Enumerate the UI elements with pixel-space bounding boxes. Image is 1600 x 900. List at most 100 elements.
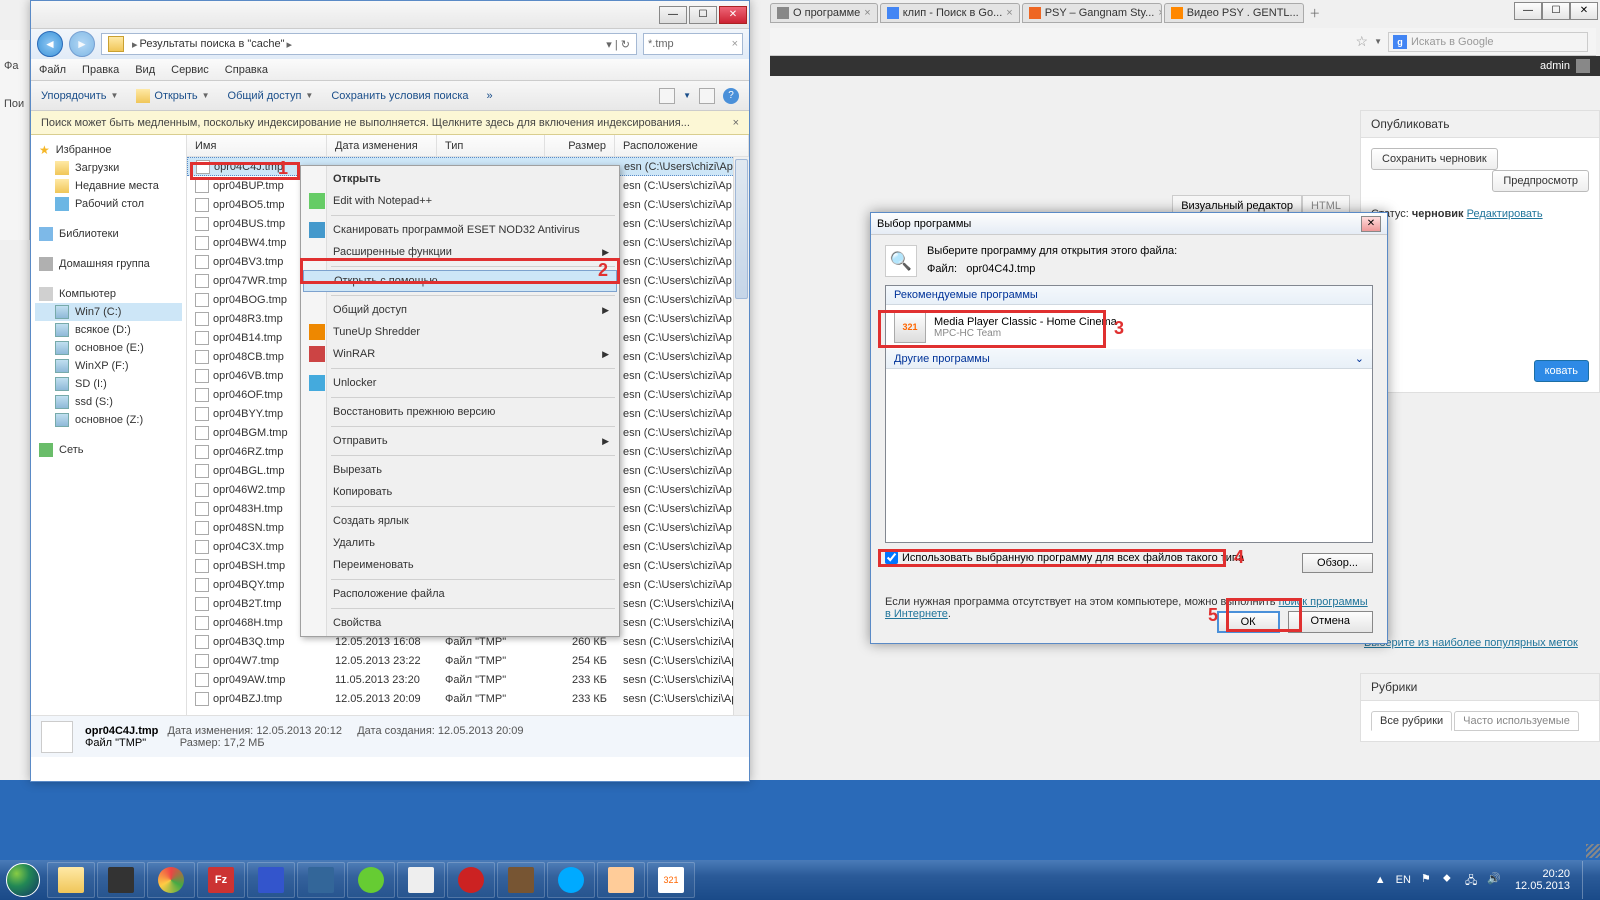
- context-menu-item[interactable]: Копировать: [303, 481, 617, 503]
- nav-computer[interactable]: Компьютер: [35, 285, 182, 303]
- context-menu-item[interactable]: Удалить: [303, 532, 617, 554]
- maximize-button[interactable]: ☐: [689, 6, 717, 24]
- clock[interactable]: 20:2012.05.2013: [1509, 868, 1576, 892]
- file-row[interactable]: opr04W7.tmp12.05.2013 23:22Файл "TMP"254…: [187, 651, 749, 670]
- taskbar-filezilla[interactable]: Fz: [197, 862, 245, 898]
- context-menu-item[interactable]: Восстановить прежнюю версию: [303, 401, 617, 423]
- nav-drive[interactable]: ssd (S:): [35, 393, 182, 411]
- choose-tags-link[interactable]: Выберите из наиболее популярных меток: [1360, 633, 1600, 653]
- browser-tab[interactable]: PSY – Gangnam Sty...×: [1022, 3, 1162, 23]
- nav-libraries[interactable]: Библиотеки: [35, 225, 182, 243]
- file-row[interactable]: opr049AW.tmp11.05.2013 23:20Файл "TMP"23…: [187, 670, 749, 689]
- back-button[interactable]: ◄: [37, 31, 63, 57]
- preview-pane-icon[interactable]: [699, 88, 715, 104]
- help-icon[interactable]: ?: [723, 88, 739, 104]
- nav-homegroup[interactable]: Домашняя группа: [35, 255, 182, 273]
- nav-drive[interactable]: WinXP (F:): [35, 357, 182, 375]
- ok-button[interactable]: ОК: [1217, 611, 1280, 633]
- avatar[interactable]: [1576, 59, 1590, 73]
- taskbar-app[interactable]: [347, 862, 395, 898]
- menu-help[interactable]: Справка: [225, 64, 268, 76]
- taskbar-calc[interactable]: [397, 862, 445, 898]
- organize-button[interactable]: Упорядочить ▼: [41, 90, 118, 102]
- context-menu-item[interactable]: Открыть с помощью...: [303, 270, 617, 292]
- taskbar-skype[interactable]: [547, 862, 595, 898]
- start-button[interactable]: [0, 860, 46, 900]
- save-search-button[interactable]: Сохранить условия поиска: [331, 90, 468, 102]
- col-location[interactable]: Расположение: [615, 135, 749, 156]
- edit-status-link[interactable]: Редактировать: [1467, 208, 1543, 220]
- browser-tab[interactable]: О программе×: [770, 3, 878, 23]
- browser-tab[interactable]: Видео PSY . GENTL...×: [1164, 3, 1304, 23]
- cancel-button[interactable]: Отмена: [1288, 611, 1373, 633]
- taskbar-app[interactable]: [497, 862, 545, 898]
- tab-all-rubrics[interactable]: Все рубрики: [1371, 711, 1452, 731]
- context-menu-item[interactable]: Расположение файла: [303, 583, 617, 605]
- taskbar-explorer[interactable]: [47, 862, 95, 898]
- menu-tools[interactable]: Сервис: [171, 64, 209, 76]
- publish-button[interactable]: ковать: [1534, 360, 1589, 382]
- clear-icon[interactable]: ×: [732, 38, 738, 50]
- context-menu-item[interactable]: Edit with Notepad++: [303, 190, 617, 212]
- close-icon[interactable]: ×: [1006, 7, 1012, 19]
- context-menu-item[interactable]: WinRAR▶: [303, 343, 617, 365]
- close-icon[interactable]: ×: [1303, 7, 1304, 19]
- close-button[interactable]: ✕: [1361, 216, 1381, 232]
- taskbar-app[interactable]: [297, 862, 345, 898]
- taskbar-app[interactable]: [97, 862, 145, 898]
- tab-freq-rubrics[interactable]: Часто используемые: [1454, 711, 1579, 731]
- tray-expand-icon[interactable]: ▲: [1375, 874, 1386, 886]
- context-menu-item[interactable]: Создать ярлык: [303, 510, 617, 532]
- taskbar-opera[interactable]: [447, 862, 495, 898]
- taskbar-chrome[interactable]: [147, 862, 195, 898]
- menu-file[interactable]: Файл: [39, 64, 66, 76]
- close-button[interactable]: ✕: [1570, 2, 1598, 20]
- nav-drive[interactable]: основное (E:): [35, 339, 182, 357]
- col-size[interactable]: Размер: [545, 135, 615, 156]
- group-other[interactable]: Другие программы⌄: [886, 349, 1372, 369]
- new-tab-button[interactable]: ＋: [1306, 5, 1324, 21]
- context-menu-item[interactable]: Расширенные функции▶: [303, 241, 617, 263]
- resize-grip[interactable]: [1586, 844, 1600, 858]
- context-menu-item[interactable]: TuneUp Shredder: [303, 321, 617, 343]
- context-menu-item[interactable]: Отправить▶: [303, 430, 617, 452]
- close-icon[interactable]: ×: [733, 117, 739, 129]
- forward-button[interactable]: ►: [69, 31, 95, 57]
- language-indicator[interactable]: EN: [1392, 874, 1415, 886]
- always-use-checkbox[interactable]: [885, 551, 898, 564]
- admin-user-label[interactable]: admin: [1540, 60, 1570, 72]
- indexing-warning[interactable]: Поиск может быть медленным, поскольку ин…: [31, 111, 749, 135]
- dialog-titlebar[interactable]: Выбор программы ✕: [871, 213, 1387, 235]
- context-menu-item[interactable]: Переименовать: [303, 554, 617, 576]
- scrollbar-thumb[interactable]: [735, 159, 748, 299]
- col-date[interactable]: Дата изменения: [327, 135, 437, 156]
- close-icon[interactable]: ×: [864, 7, 870, 19]
- menu-view[interactable]: Вид: [135, 64, 155, 76]
- column-headers[interactable]: Имя Дата изменения Тип Размер Расположен…: [187, 135, 749, 157]
- browser-search-input[interactable]: gИскать в Google: [1388, 32, 1588, 52]
- close-icon[interactable]: ×: [1158, 7, 1161, 19]
- explorer-titlebar[interactable]: — ☐ ✕: [31, 1, 749, 29]
- nav-recent[interactable]: Недавние места: [35, 177, 182, 195]
- file-row[interactable]: opr04BZJ.tmp12.05.2013 20:09Файл "TMP"23…: [187, 689, 749, 708]
- col-type[interactable]: Тип: [437, 135, 545, 156]
- program-item[interactable]: 321 Media Player Classic - Home Cinema M…: [886, 305, 1372, 349]
- context-menu-item[interactable]: Сканировать программой ESET NOD32 Antivi…: [303, 219, 617, 241]
- preview-button[interactable]: Предпросмотр: [1492, 170, 1589, 192]
- tray-icon[interactable]: ⬥: [1443, 872, 1459, 888]
- browser-tab[interactable]: клип - Поиск в Go...×: [880, 3, 1020, 23]
- context-menu-item[interactable]: Вырезать: [303, 459, 617, 481]
- maximize-button[interactable]: ☐: [1542, 2, 1570, 20]
- nav-drive[interactable]: Win7 (C:): [35, 303, 182, 321]
- nav-downloads[interactable]: Загрузки: [35, 159, 182, 177]
- context-menu-item[interactable]: Свойства: [303, 612, 617, 634]
- nav-desktop[interactable]: Рабочий стол: [35, 195, 182, 213]
- browse-button[interactable]: Обзор...: [1302, 553, 1373, 573]
- save-draft-button[interactable]: Сохранить черновик: [1371, 148, 1498, 170]
- open-button[interactable]: Открыть ▼: [136, 89, 209, 103]
- network-icon[interactable]: 🖧: [1465, 872, 1481, 888]
- context-menu-item[interactable]: Unlocker: [303, 372, 617, 394]
- context-menu-item[interactable]: Открыть: [303, 168, 617, 190]
- nav-favorites[interactable]: ★Избранное: [35, 141, 182, 159]
- taskbar-mpc[interactable]: 321: [647, 862, 695, 898]
